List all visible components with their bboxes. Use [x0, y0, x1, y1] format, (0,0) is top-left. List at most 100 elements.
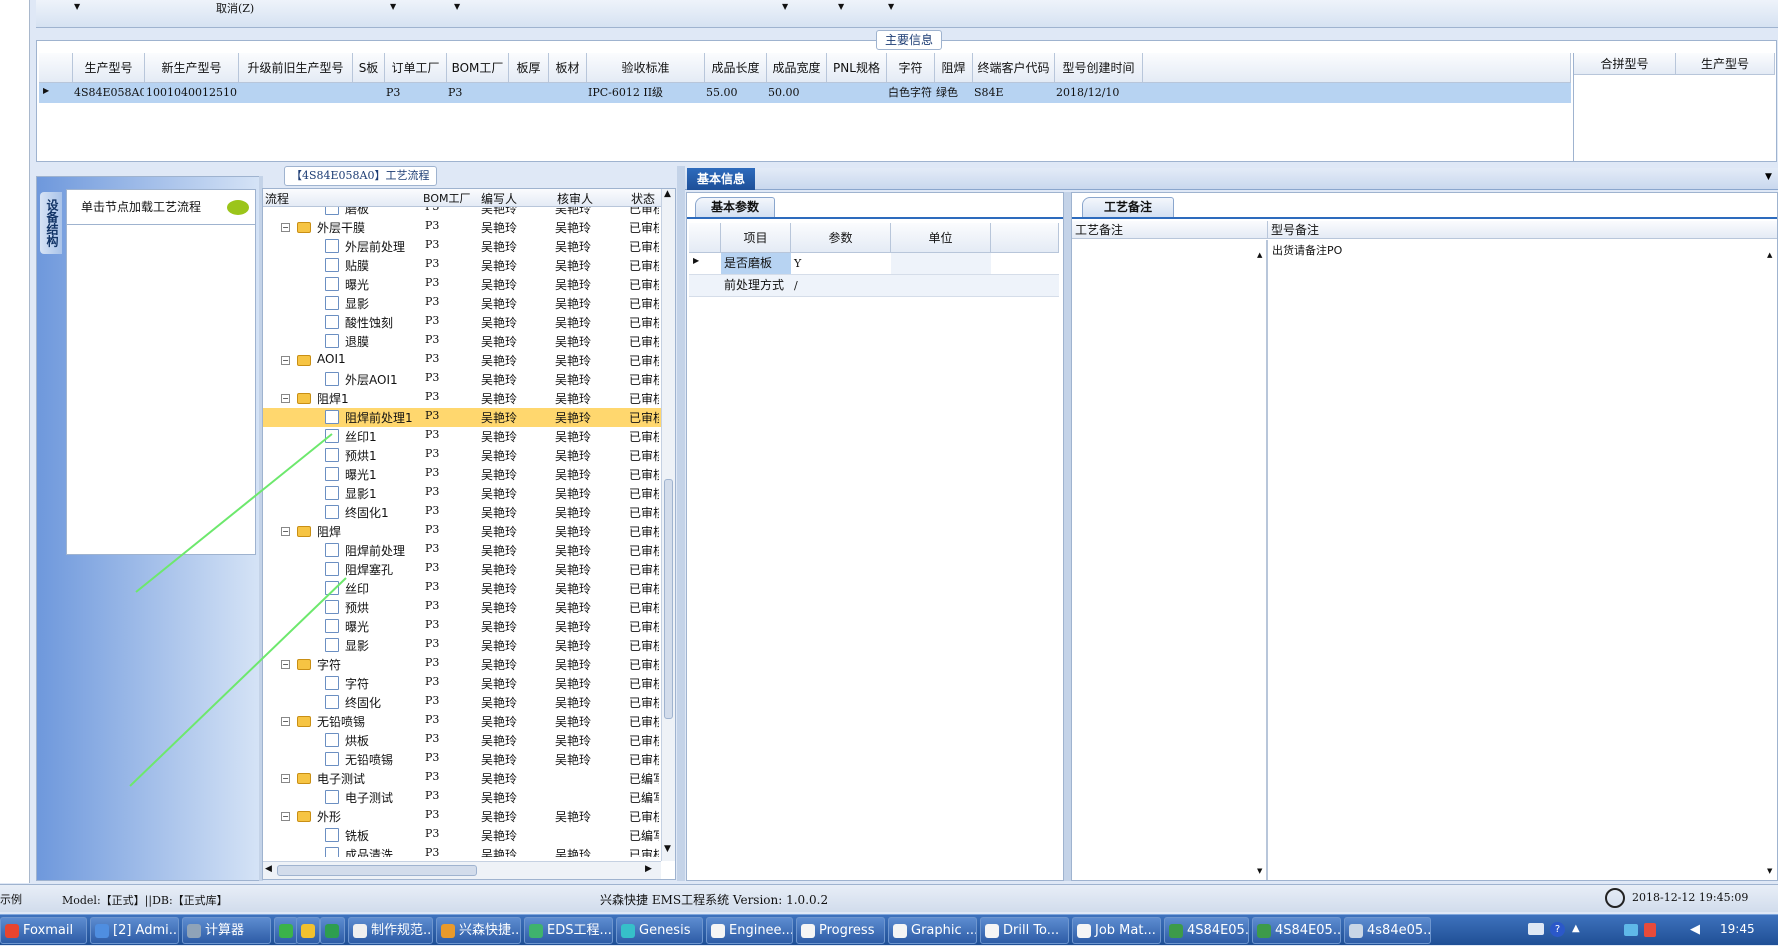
taskbar-app-icon — [5, 924, 19, 938]
param-value-cell[interactable]: / — [791, 275, 891, 296]
taskbar-items: Foxmail [2] Admi... 计算器 制作规范... 兴森快捷... EDS工程… — [0, 915, 1520, 946]
taskbar-button-label: 计算器 — [205, 923, 245, 938]
taskbar-app-icon — [1257, 924, 1271, 938]
taskbar: Foxmail [2] Admi... 计算器 制作规范... 兴森快捷... EDS工程… — [0, 914, 1778, 945]
taskbar-button[interactable]: 制作规范... — [348, 917, 433, 944]
basic-info-title[interactable]: 基本信息 — [687, 168, 755, 190]
scroll-up-icon[interactable]: ▲ — [1257, 251, 1262, 259]
table-row[interactable]: 前处理方式 / — [689, 275, 1059, 297]
taskbar-button-label: Progress — [819, 923, 875, 938]
basic-params-grid: 项目 参数 单位 ▶ 是否磨板 Y 前处理方式 / — [689, 223, 1061, 297]
taskbar-button-label: 4s84e05... — [1367, 923, 1431, 938]
taskbar-button-label: Enginee... — [729, 923, 793, 938]
taskbar-app-icon — [1349, 924, 1363, 938]
taskbar-app-icon — [441, 924, 455, 938]
taskbar-app-icon — [801, 924, 815, 938]
taskbar-app-icon — [621, 924, 635, 938]
taskbar-button[interactable]: 4S84E05... — [1164, 917, 1249, 944]
col-item[interactable]: 项目 — [721, 223, 791, 253]
taskbar-button-label: Job Mat... — [1095, 923, 1156, 938]
tray-help-icon[interactable]: ? — [1550, 922, 1565, 937]
taskbar-button[interactable]: Graphic ... — [888, 917, 977, 944]
system-tray: ? ▲ ◀ 19:45 — [1520, 915, 1778, 946]
col-unit[interactable]: 单位 — [891, 223, 991, 253]
taskbar-app-icon — [279, 924, 293, 938]
taskbar-button[interactable]: 4S84E05... — [1252, 917, 1341, 944]
taskbar-button-label: Drill To... — [1003, 923, 1060, 938]
taskbar-button[interactable]: Drill To... — [980, 917, 1069, 944]
taskbar-clock[interactable]: 19:45 — [1720, 922, 1755, 936]
taskbar-button[interactable]: Genesis — [616, 917, 703, 944]
annotation-arrow-line — [135, 433, 333, 593]
taskbar-button[interactable] — [274, 917, 298, 944]
basic-grid-corner — [689, 223, 721, 253]
craft-note-textarea[interactable] — [1072, 240, 1268, 880]
taskbar-app-icon — [301, 924, 315, 938]
tray-volume-icon[interactable]: ◀ — [1690, 922, 1700, 937]
splitter-middle[interactable] — [677, 166, 685, 881]
taskbar-button[interactable]: Progress — [796, 917, 885, 944]
param-item-cell: 前处理方式 — [724, 278, 785, 292]
panel-menu-icon[interactable]: ▼ — [1765, 172, 1772, 182]
taskbar-button[interactable]: Job Mat... — [1072, 917, 1161, 944]
status-app-version: 兴森快捷 EMS工程系统 Version: 1.0.0.2 — [600, 893, 829, 907]
taskbar-button[interactable] — [320, 917, 345, 944]
taskbar-app-icon — [1077, 924, 1091, 938]
tray-network-icon[interactable] — [1624, 924, 1638, 936]
model-note-label: 型号备注 — [1271, 223, 1320, 237]
basic-params-tab-line — [687, 217, 1063, 219]
taskbar-button[interactable]: 4s84e05... — [1344, 917, 1431, 944]
taskbar-app-icon — [893, 924, 907, 938]
param-value-cell[interactable]: Y — [791, 253, 891, 274]
basic-params-pane: 基本参数 项目 参数 单位 ▶ 是否磨板 Y 前处理方式 / — [686, 192, 1064, 881]
taskbar-button-label: [2] Admi... — [113, 923, 179, 938]
splitter-right[interactable] — [1064, 192, 1071, 881]
status-edge-text: 示例 — [0, 893, 22, 906]
status-datetime: 2018-12-12 19:45:09 — [1632, 891, 1749, 904]
param-item-cell: 是否磨板 — [721, 253, 791, 274]
taskbar-button[interactable]: Enginee... — [706, 917, 793, 944]
taskbar-app-icon — [985, 924, 999, 938]
craft-note-header: 工艺备注 — [1072, 221, 1268, 239]
basic-params-tab-label: 基本参数 — [710, 200, 759, 214]
param-unit-cell[interactable] — [891, 253, 991, 274]
status-model-db: Model:【正式】||DB:【正式库】 — [62, 894, 228, 907]
taskbar-button[interactable]: 兴森快捷... — [436, 917, 521, 944]
taskbar-button[interactable]: Foxmail — [0, 917, 87, 944]
taskbar-app-icon — [711, 924, 725, 938]
craft-note-label: 工艺备注 — [1075, 223, 1124, 237]
annotation-arrow-line — [129, 577, 347, 787]
taskbar-button[interactable]: EDS工程... — [524, 917, 613, 944]
taskbar-app-icon — [353, 924, 367, 938]
clock-icon — [1605, 888, 1625, 908]
taskbar-app-icon — [95, 924, 109, 938]
taskbar-button[interactable]: 计算器 — [182, 917, 271, 944]
scroll-up-icon[interactable]: ▲ — [1767, 251, 1772, 259]
taskbar-button-label: EDS工程... — [547, 923, 612, 938]
model-note-text: 出货请备注PO — [1272, 244, 1343, 257]
basic-params-tab[interactable]: 基本参数 — [695, 197, 775, 217]
taskbar-button-label: Graphic ... — [911, 923, 977, 938]
tray-expand-icon[interactable]: ▲ — [1572, 923, 1580, 934]
scroll-down-icon[interactable]: ▼ — [1257, 867, 1262, 875]
taskbar-button-label: Foxmail — [23, 923, 74, 938]
taskbar-button-label: 制作规范... — [371, 923, 433, 938]
table-row[interactable]: ▶ 是否磨板 Y — [689, 253, 1059, 275]
status-bar: 示例 Model:【正式】||DB:【正式库】 兴森快捷 EMS工程系统 Ver… — [0, 884, 1778, 912]
taskbar-button[interactable] — [296, 917, 320, 944]
tray-flag-icon[interactable] — [1644, 923, 1656, 937]
craft-notes-tab[interactable]: 工艺备注 — [1082, 197, 1174, 217]
col-param[interactable]: 参数 — [791, 223, 891, 253]
taskbar-app-icon — [187, 924, 201, 938]
taskbar-button-label: 4S84E05... — [1275, 923, 1341, 938]
model-note-textarea[interactable]: 出货请备注PO — [1270, 240, 1776, 880]
model-note-header: 型号备注 — [1268, 221, 1777, 239]
craft-notes-tab-line — [1072, 217, 1777, 219]
taskbar-button-label: 4S84E05... — [1187, 923, 1249, 938]
craft-notes-tab-label: 工艺备注 — [1103, 200, 1152, 214]
tray-keyboard-icon[interactable] — [1528, 923, 1544, 935]
taskbar-button-label: Genesis — [639, 923, 691, 938]
taskbar-app-icon — [529, 924, 543, 938]
scroll-down-icon[interactable]: ▼ — [1767, 867, 1772, 875]
taskbar-button[interactable]: [2] Admi... — [90, 917, 179, 944]
